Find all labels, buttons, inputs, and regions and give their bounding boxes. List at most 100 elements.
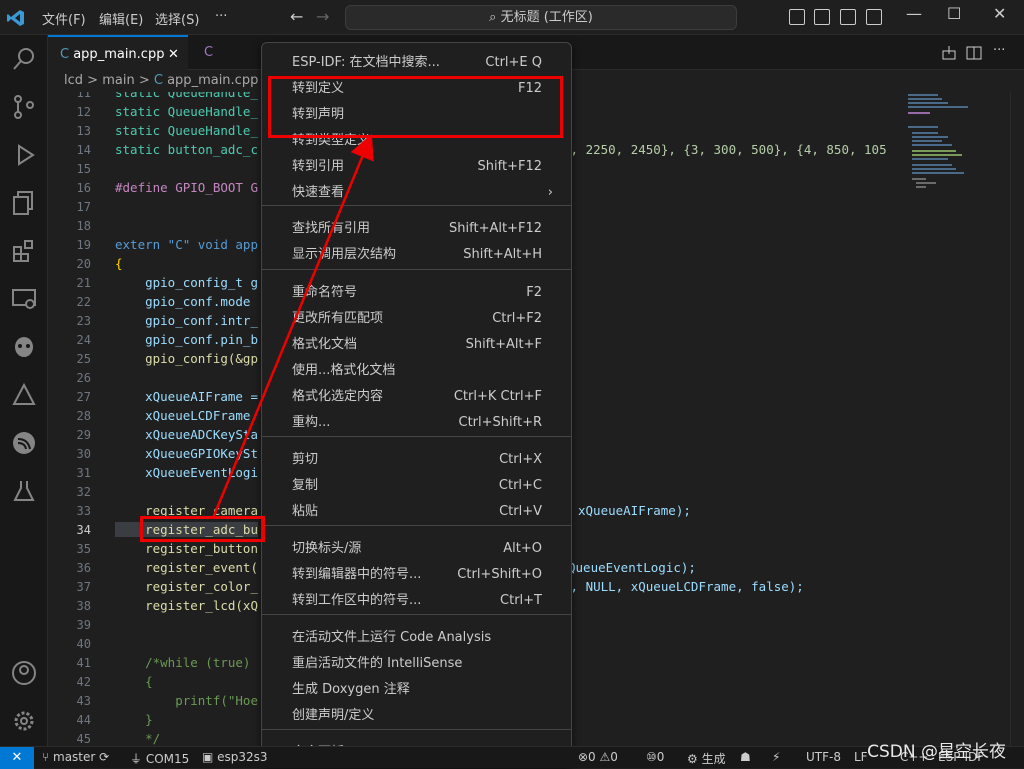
menu-item-cut[interactable]: 剪切 Ctrl+X bbox=[266, 447, 567, 473]
breadcrumb-folder-main[interactable]: main bbox=[102, 73, 134, 88]
menu-more[interactable]: ··· bbox=[215, 9, 227, 24]
menu-item-switch-header-source[interactable]: 切换标头/源 Alt+O bbox=[266, 536, 567, 562]
extensions-icon[interactable] bbox=[10, 237, 38, 265]
menu-item-format-document-with[interactable]: 使用...格式化文档 bbox=[266, 358, 567, 384]
menu-item-generate-doxygen-comment[interactable]: 生成 Doxygen 注释 bbox=[266, 677, 567, 703]
menu-item-shortcut: Ctrl+Shift+R bbox=[458, 415, 543, 430]
menu-item-run-code-analysis[interactable]: 在活动文件上运行 Code Analysis bbox=[266, 625, 567, 651]
flash-icon[interactable]: ⚡ bbox=[772, 750, 780, 764]
menu-item-esp-idf-search[interactable]: ESP-IDF: 在文档中搜索... Ctrl+E Q bbox=[266, 50, 567, 76]
menu-item-refactor[interactable]: 重构... Ctrl+Shift+R bbox=[266, 410, 567, 436]
menu-item-paste[interactable]: 粘贴 Ctrl+V bbox=[266, 499, 567, 525]
remote-indicator[interactable]: ✕ bbox=[0, 747, 34, 769]
tab-app-main[interactable]: C app_main.cpp ✕ bbox=[48, 35, 188, 70]
settings-gear-icon[interactable] bbox=[10, 707, 38, 735]
command-center-search[interactable]: ⌕ 无标题 (工作区) bbox=[345, 5, 737, 30]
menu-item-go-to-type-definition[interactable]: 转到类型定义 bbox=[266, 128, 567, 154]
open-changes-icon[interactable] bbox=[941, 45, 957, 61]
explorer-search-icon[interactable] bbox=[10, 45, 38, 73]
menu-separator bbox=[262, 729, 571, 730]
serial-port-status[interactable]: ⏚ COM15 bbox=[130, 750, 189, 767]
menu-item-label: 剪切 bbox=[292, 452, 319, 467]
back-arrow-icon[interactable]: ← bbox=[290, 7, 303, 26]
debug-alien-icon[interactable]: ☗ bbox=[740, 750, 751, 764]
menu-file[interactable]: 文件(F) bbox=[42, 9, 86, 28]
vscode-logo-icon bbox=[7, 10, 24, 26]
tab-who-ad[interactable]: C who_ad bbox=[192, 35, 262, 95]
code-line: printf("Hoe bbox=[115, 693, 258, 708]
menu-item-go-to-declaration[interactable]: 转到声明 bbox=[266, 102, 567, 128]
espressif-icon[interactable] bbox=[10, 429, 38, 457]
platformio-alien-icon[interactable] bbox=[10, 333, 38, 361]
minimap[interactable] bbox=[900, 92, 1010, 746]
maximize-icon[interactable]: ☐ bbox=[947, 4, 961, 23]
customize-layout-icon[interactable] bbox=[866, 9, 882, 25]
menu-item-shortcut: Ctrl+T bbox=[500, 593, 542, 608]
minimize-icon[interactable]: — bbox=[906, 4, 922, 23]
menu-item-create-declaration-definition[interactable]: 创建声明/定义 bbox=[266, 703, 567, 729]
testing-flask-icon[interactable] bbox=[10, 477, 38, 505]
menu-selection[interactable]: 选择(S) bbox=[155, 9, 199, 28]
branch-status[interactable]: ⑂ master ⟳ bbox=[42, 750, 109, 764]
breadcrumb-file[interactable]: app_main.cpp bbox=[167, 73, 258, 88]
split-editor-icon[interactable] bbox=[966, 45, 982, 61]
menu-item-shortcut: Ctrl+F2 bbox=[492, 311, 542, 326]
close-window-icon[interactable]: ✕ bbox=[993, 4, 1006, 23]
testing-flask-alt-icon[interactable] bbox=[10, 381, 38, 409]
menu-item-go-to-symbol-in-workspace[interactable]: 转到工作区中的符号... Ctrl+T bbox=[266, 588, 567, 614]
account-icon[interactable] bbox=[10, 659, 38, 687]
line-number: 45 bbox=[76, 732, 91, 746]
menu-item-go-to-references[interactable]: 转到引用 Shift+F12 bbox=[266, 154, 567, 180]
eol-status[interactable]: LF bbox=[854, 750, 868, 764]
line-number: 17 bbox=[76, 200, 91, 214]
menu-separator bbox=[262, 436, 571, 437]
more-actions-icon[interactable]: ··· bbox=[993, 43, 1005, 58]
encoding-status[interactable]: UTF-8 bbox=[806, 750, 841, 764]
menu-item-format-selection[interactable]: 格式化选定内容 Ctrl+K Ctrl+F bbox=[266, 384, 567, 410]
menu-item-restart-intellisense[interactable]: 重启活动文件的 IntelliSense bbox=[266, 651, 567, 677]
breadcrumb-folder-lcd[interactable]: lcd bbox=[64, 73, 83, 88]
line-number: 31 bbox=[76, 466, 91, 480]
menu-item-rename-symbol[interactable]: 重命名符号 F2 bbox=[266, 280, 567, 306]
run-debug-icon[interactable] bbox=[10, 141, 38, 169]
line-number: 12 bbox=[76, 105, 91, 119]
toggle-primary-sidebar-icon[interactable] bbox=[789, 9, 805, 25]
target-status[interactable]: ▣ esp32s3 bbox=[202, 750, 268, 764]
menu-item-change-all-occurrences[interactable]: 更改所有匹配项 Ctrl+F2 bbox=[266, 306, 567, 332]
editor-scrollbar[interactable] bbox=[1010, 92, 1024, 746]
menu-item-label: 转到类型定义 bbox=[292, 133, 371, 148]
line-number: 34 bbox=[76, 523, 91, 537]
menu-item-label: ESP-IDF: 在文档中搜索... bbox=[292, 55, 440, 70]
code-line: register_color_ bbox=[115, 579, 258, 594]
code-line: { bbox=[115, 256, 123, 271]
menu-item-find-all-references[interactable]: 查找所有引用 Shift+Alt+F12 bbox=[266, 216, 567, 242]
build-status[interactable]: ⚙ 生成 bbox=[687, 750, 726, 767]
menu-item-label: 创建声明/定义 bbox=[292, 708, 375, 723]
toggle-secondary-sidebar-icon[interactable] bbox=[840, 9, 856, 25]
close-tab-icon[interactable]: ✕ bbox=[168, 37, 179, 72]
menu-item-format-document[interactable]: 格式化文档 Shift+Alt+F bbox=[266, 332, 567, 358]
menu-item-go-to-definition[interactable]: 转到定义 F12 bbox=[266, 76, 567, 102]
menu-edit[interactable]: 编辑(E) bbox=[99, 9, 143, 28]
activity-bar bbox=[0, 35, 48, 746]
menu-item-go-to-symbol-in-editor[interactable]: 转到编辑器中的符号... Ctrl+Shift+O bbox=[266, 562, 567, 588]
source-control-icon[interactable] bbox=[10, 93, 38, 121]
problems-status[interactable]: ⊗0 ⚠0 bbox=[578, 750, 618, 764]
remote-explorer-icon[interactable] bbox=[10, 285, 38, 313]
menu-item-label: 转到声明 bbox=[292, 107, 345, 122]
menu-item-shortcut: Ctrl+V bbox=[499, 504, 542, 519]
target-label: esp32s3 bbox=[217, 750, 268, 764]
toggle-panel-icon[interactable] bbox=[814, 9, 830, 25]
menu-item-label: 重构... bbox=[292, 415, 331, 430]
cpp-file-icon: C bbox=[60, 47, 70, 62]
menu-item-copy[interactable]: 复制 Ctrl+C bbox=[266, 473, 567, 499]
line-number: 29 bbox=[76, 428, 91, 442]
explorer-files-icon[interactable] bbox=[10, 189, 38, 217]
menu-item-label: 格式化选定内容 bbox=[292, 389, 384, 404]
code-line: register_adc_bu bbox=[115, 522, 258, 537]
ports-status[interactable]: ⑩0 bbox=[646, 750, 664, 764]
forward-arrow-icon[interactable]: → bbox=[316, 7, 329, 26]
menu-item-peek[interactable]: 快速查看 › bbox=[266, 180, 567, 206]
breadcrumb-separator: > bbox=[87, 73, 99, 88]
menu-item-show-call-hierarchy[interactable]: 显示调用层次结构 Shift+Alt+H bbox=[266, 242, 567, 268]
